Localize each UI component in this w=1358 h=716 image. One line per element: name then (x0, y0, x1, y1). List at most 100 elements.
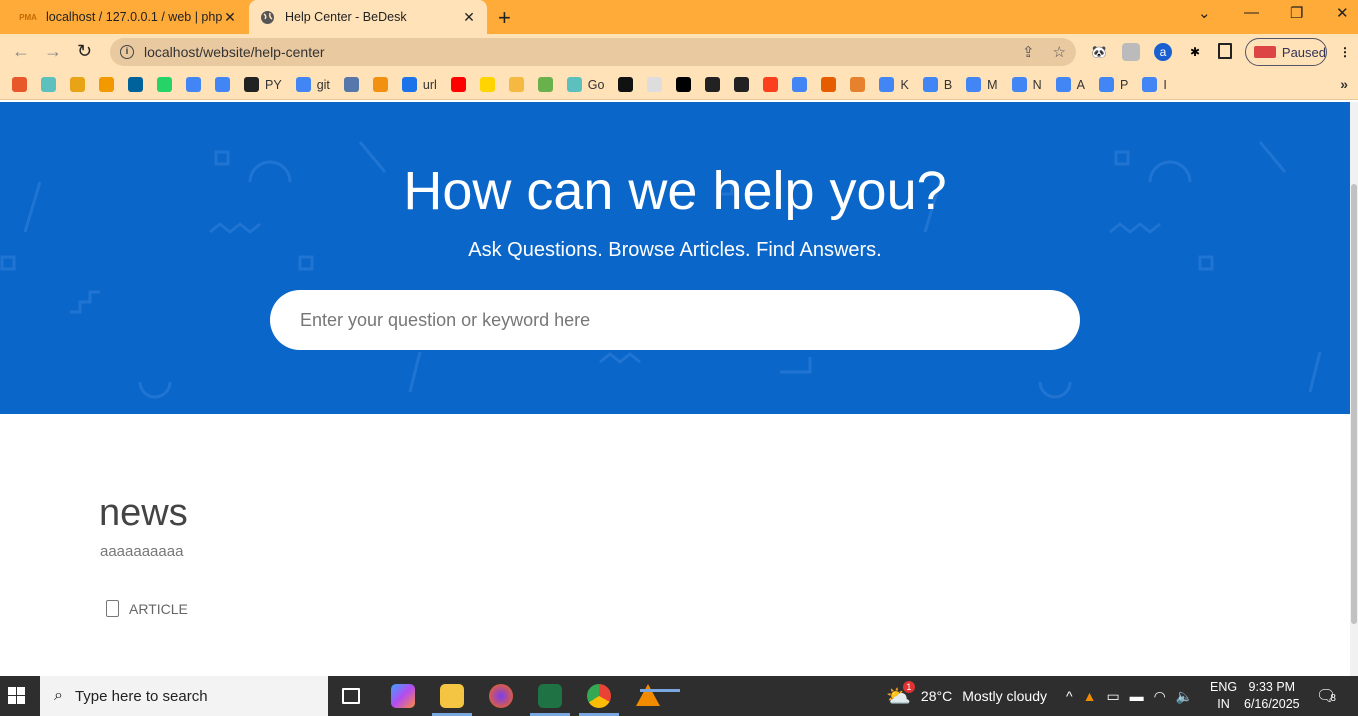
extension-icon[interactable] (1122, 43, 1140, 61)
bookmark-item[interactable]: P (1098, 77, 1128, 92)
help-search-input[interactable] (270, 290, 1080, 350)
bookmark-favicon-icon (1011, 77, 1027, 92)
new-tab-button[interactable]: + (498, 5, 511, 31)
bookmark-favicon-icon (618, 77, 634, 92)
taskbar-search-box[interactable]: ⌕ Type here to search (40, 676, 328, 716)
back-button[interactable]: ← (12, 41, 30, 62)
side-panel-icon[interactable] (1218, 43, 1232, 59)
a-extension-icon[interactable]: a (1154, 43, 1172, 61)
bookmark-item[interactable] (372, 77, 388, 92)
task-view-icon[interactable] (342, 688, 360, 704)
bookmark-item[interactable]: N (1011, 77, 1042, 92)
clock[interactable]: 9:33 PM 6/16/2025 (1244, 679, 1300, 713)
forward-button[interactable]: → (44, 41, 62, 62)
bookmark-item[interactable] (734, 77, 750, 92)
firefox-icon[interactable] (489, 684, 513, 708)
bookmark-item[interactable] (705, 77, 721, 92)
bookmark-item[interactable] (792, 77, 808, 92)
bookmark-item[interactable] (41, 77, 56, 92)
volume-icon[interactable]: 🔈 (1176, 688, 1193, 705)
bookmark-item[interactable] (537, 77, 553, 92)
profile-button[interactable]: Paused (1245, 38, 1327, 66)
bookmark-item[interactable] (343, 77, 359, 92)
bookmark-item[interactable]: B (922, 77, 952, 92)
bookmark-item[interactable]: A (1055, 77, 1085, 92)
page-scrollbar[interactable] (1350, 102, 1358, 676)
bookmark-item[interactable]: PY (244, 77, 282, 92)
language-indicator[interactable]: ENG IN (1210, 679, 1237, 713)
file-explorer-icon[interactable] (432, 684, 472, 716)
bookmark-favicon-icon (401, 77, 417, 92)
bookmark-item[interactable] (12, 77, 27, 92)
weather-widget[interactable]: ⛅ 1 28°C Mostly cloudy (886, 676, 1047, 716)
bookmark-favicon-icon (215, 77, 230, 92)
bookmark-favicon-icon (450, 77, 466, 92)
vlc-tray-icon[interactable]: ▲ (1083, 688, 1097, 704)
search-icon: ⌕ (54, 687, 63, 704)
bookmark-item[interactable]: I (1142, 77, 1167, 92)
bookmark-item[interactable] (157, 77, 172, 92)
bookmark-item[interactable] (450, 77, 466, 92)
bookmark-item[interactable] (99, 77, 114, 92)
bookmark-favicon-icon (1142, 77, 1158, 92)
tab-search-chevron-icon[interactable]: ⌄ (1198, 4, 1211, 22)
minimize-button[interactable]: — (1244, 4, 1259, 21)
notification-count: 8 (1330, 693, 1336, 704)
extensions-puzzle-icon[interactable]: ✱ (1186, 43, 1204, 61)
bookmark-item[interactable]: url (401, 77, 437, 92)
address-bar[interactable]: i localhost/website/help-center ⇪ ☆ (110, 38, 1076, 66)
wifi-icon[interactable]: ◠ (1154, 688, 1166, 705)
close-window-button[interactable]: ✕ (1336, 4, 1349, 22)
vlc-icon[interactable] (636, 684, 680, 706)
notification-center-icon[interactable]: 🗨8 (1316, 686, 1336, 706)
article-link[interactable]: ARTICLE (106, 600, 188, 617)
profile-status: Paused (1281, 44, 1326, 60)
more-bookmarks-icon[interactable]: » (1340, 76, 1348, 92)
bookmark-item[interactable] (128, 77, 143, 92)
excel-icon[interactable] (530, 684, 570, 716)
panda-extension-icon[interactable]: 🐼 (1090, 43, 1108, 61)
bookmark-star-icon[interactable]: ☆ (1053, 43, 1066, 61)
bookmark-item[interactable] (618, 77, 634, 92)
menu-kebab-icon[interactable]: ⋮ (1336, 43, 1354, 61)
windows-start-icon[interactable] (8, 687, 25, 704)
bookmark-favicon-icon (70, 77, 85, 92)
restore-button[interactable]: ❐ (1290, 4, 1303, 22)
camera-icon[interactable]: ▭ (1106, 688, 1119, 705)
bookmark-item[interactable]: git (295, 77, 330, 92)
close-tab-icon[interactable]: ✕ (461, 9, 477, 26)
bookmark-label: M (987, 77, 998, 92)
document-icon (106, 600, 119, 617)
bookmark-item[interactable] (676, 77, 692, 92)
category-title[interactable]: news (99, 492, 188, 535)
tab-phpmyadmin[interactable]: PMA localhost / 127.0.0.1 / web | phpMyA… (10, 0, 248, 34)
bookmark-item[interactable]: K (879, 77, 909, 92)
bookmark-item[interactable] (186, 77, 201, 92)
battery-icon[interactable]: ▬ (1130, 688, 1144, 704)
bookmark-item[interactable] (215, 77, 230, 92)
share-icon[interactable]: ⇪ (1022, 43, 1035, 61)
tab-help-center[interactable]: Help Center - BeDesk ✕ (249, 0, 487, 34)
show-hidden-icons-chevron[interactable]: ^ (1066, 688, 1073, 704)
bookmark-item[interactable] (479, 77, 495, 92)
chrome-icon[interactable] (579, 684, 619, 716)
bookmark-item[interactable] (821, 77, 837, 92)
bookmark-favicon-icon (186, 77, 201, 92)
copilot-icon[interactable] (391, 684, 415, 708)
tab-title: localhost / 127.0.0.1 / web | phpMyAdmin (46, 10, 222, 24)
site-info-icon[interactable]: i (120, 45, 134, 59)
scrollbar-thumb[interactable] (1351, 184, 1357, 624)
bookmark-item[interactable] (508, 77, 524, 92)
bookmark-item[interactable]: M (966, 77, 998, 92)
url-text[interactable]: localhost/website/help-center (144, 44, 325, 60)
bookmark-item[interactable] (763, 77, 779, 92)
hero-banner: How can we help you? Ask Questions. Brow… (0, 102, 1350, 414)
bookmark-item[interactable] (70, 77, 85, 92)
bookmark-item[interactable]: Go (566, 77, 604, 92)
lang-top: ENG (1210, 680, 1238, 694)
windows-taskbar: ⌕ Type here to search ⛅ 1 28°C Mostly clou… (0, 676, 1358, 716)
bookmark-item[interactable] (647, 77, 663, 92)
bookmark-item[interactable] (850, 77, 866, 92)
close-tab-icon[interactable]: ✕ (222, 9, 238, 26)
reload-button[interactable]: ↻ (77, 41, 92, 62)
